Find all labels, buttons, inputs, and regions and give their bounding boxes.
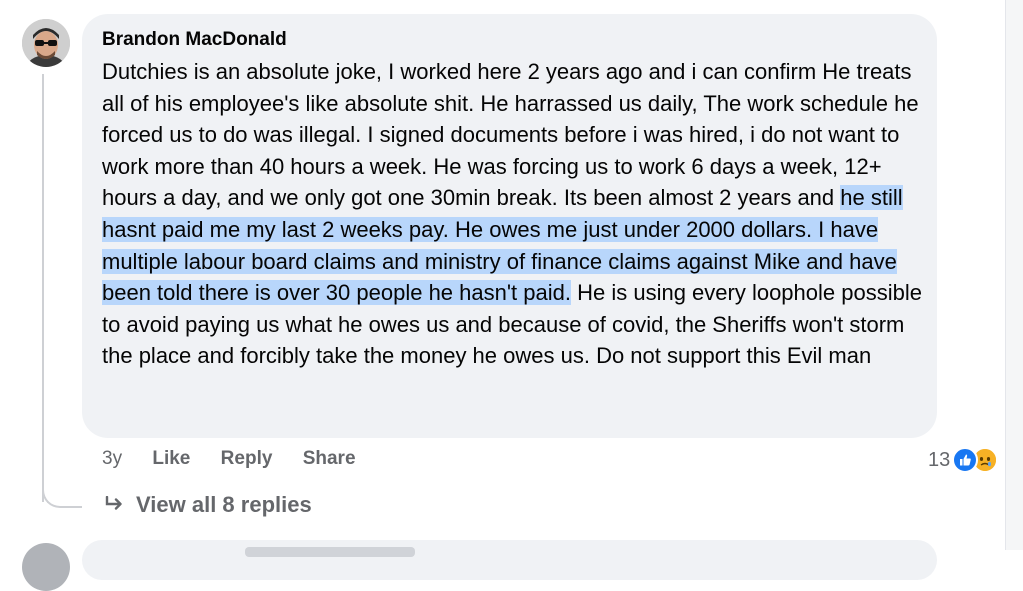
view-replies-link[interactable]: View all 8 replies [104,492,312,518]
comment-bubble: Brandon MacDonald Dutchies is an absolut… [82,14,937,438]
thread-line [42,74,44,502]
reply-arrow-icon [104,492,124,518]
reaction-count: 13 [928,448,951,471]
share-button[interactable]: Share [303,448,356,469]
reaction-summary[interactable]: 13 [928,447,999,473]
comment-author[interactable]: Brandon MacDonald [102,28,917,52]
view-replies-label: View all 8 replies [136,492,312,517]
reply-button[interactable]: Reply [221,448,273,469]
next-comment-avatar[interactable] [22,543,70,591]
comment-text-before: Dutchies is an absolute joke, I worked h… [102,59,919,211]
comment-timestamp[interactable]: 3y [102,448,122,469]
user-avatar-icon [22,19,70,67]
comment-actions: 3y Like Reply Share [102,448,381,470]
avatar[interactable] [22,19,70,67]
next-comment-author-placeholder [245,547,415,557]
comment-text: Dutchies is an absolute joke, I worked h… [102,56,922,372]
scrollbar[interactable] [1005,0,1023,550]
thread-connector [42,472,82,508]
next-comment-bubble [82,540,937,580]
like-button[interactable]: Like [152,448,190,469]
